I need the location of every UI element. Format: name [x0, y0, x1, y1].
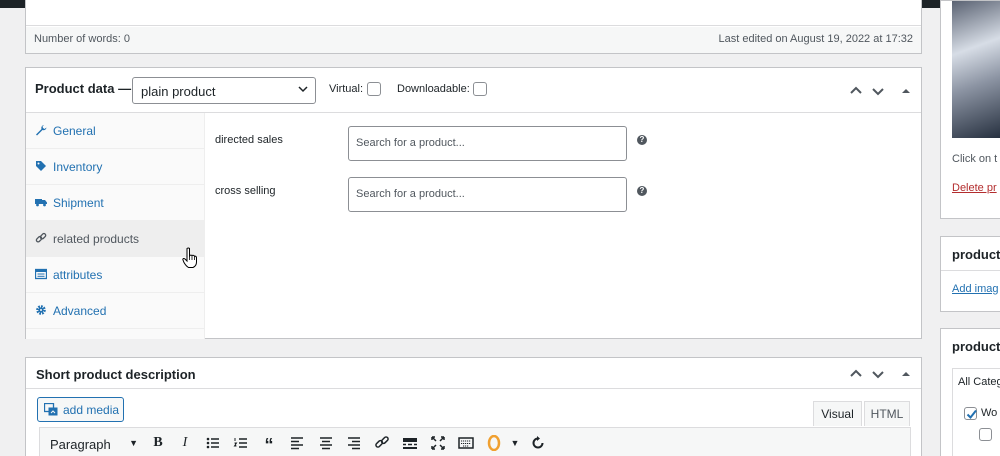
- divider: [941, 270, 1000, 271]
- tab-label: Inventory: [53, 160, 103, 174]
- virtual-checkbox[interactable]: [367, 82, 381, 96]
- tab-label: related products: [53, 232, 140, 246]
- content-editor: Number of words: 0 Last edited on August…: [25, 0, 922, 54]
- short-description-header: Short product description: [26, 358, 921, 389]
- truck-icon: [35, 199, 47, 207]
- keyboard-icon[interactable]: [458, 435, 474, 451]
- quote-icon[interactable]: “: [261, 435, 277, 455]
- last-edited: Last edited on August 19, 2022 at 17:32: [718, 33, 914, 45]
- editor-toolbar: Paragraph ▼ B I “ ▼: [39, 427, 911, 456]
- tab-label: attributes: [53, 268, 103, 282]
- move-up-icon[interactable]: [848, 366, 864, 382]
- virtual-label: Virtual:: [329, 83, 364, 95]
- format-value: Paragraph: [50, 437, 111, 452]
- tab-advanced[interactable]: Advanced: [26, 293, 205, 329]
- align-center-icon[interactable]: [318, 435, 334, 451]
- directed-sales-label: directed sales: [215, 134, 283, 146]
- move-down-icon[interactable]: [870, 366, 886, 382]
- link-icon: [35, 232, 47, 243]
- format-select[interactable]: Paragraph ▼: [44, 433, 140, 455]
- add-media-label: add media: [63, 403, 120, 417]
- tab-shipment[interactable]: Shipment: [26, 185, 205, 221]
- featured-image-panel: Click on t Delete pr: [940, 0, 1000, 219]
- tab-inventory[interactable]: Inventory: [26, 149, 205, 185]
- italic-icon[interactable]: I: [177, 435, 193, 451]
- editor-text-area[interactable]: [26, 0, 921, 26]
- table-icon: [35, 268, 47, 280]
- short-description-title: Short product description: [36, 367, 196, 382]
- tab-label: General: [53, 124, 96, 138]
- delete-image-link[interactable]: Delete pr: [952, 182, 997, 194]
- fullscreen-icon[interactable]: [430, 435, 446, 451]
- tag-icon: [36, 161, 46, 171]
- product-type-value: plain product: [141, 84, 216, 99]
- directed-sales-field[interactable]: [348, 126, 627, 161]
- hand-cursor-icon: [182, 247, 197, 268]
- refresh-icon[interactable]: [530, 435, 546, 451]
- featured-image-thumbnail[interactable]: [952, 1, 1000, 138]
- gallery-title: product: [952, 247, 1000, 262]
- word-count-value: 0: [123, 33, 130, 45]
- categories-title: product: [952, 339, 1000, 354]
- align-right-icon[interactable]: [346, 435, 362, 451]
- numbered-list-icon[interactable]: [233, 435, 249, 451]
- help-icon[interactable]: ?: [637, 186, 647, 196]
- product-data-panel: Product data — plain product Virtual: Do…: [25, 67, 922, 339]
- add-gallery-image-link[interactable]: Add imag: [952, 283, 998, 295]
- tab-label: Shipment: [53, 196, 104, 210]
- move-up-icon[interactable]: [848, 83, 864, 99]
- read-more-icon[interactable]: [402, 435, 418, 451]
- collapse-toggle-icon[interactable]: [898, 83, 914, 99]
- chevron-down-icon: [298, 86, 308, 93]
- tab-general[interactable]: General: [26, 113, 205, 149]
- tab-label: Advanced: [53, 304, 107, 318]
- product-categories-panel: product All Categ Wo: [940, 328, 1000, 456]
- collapse-toggle-icon[interactable]: [898, 366, 914, 382]
- wrench-icon: [36, 125, 47, 136]
- product-data-title: Product data —: [35, 81, 132, 96]
- tab-related-products[interactable]: related products: [26, 221, 205, 257]
- bold-icon[interactable]: B: [150, 435, 166, 451]
- all-categories-tab[interactable]: All Categ: [958, 376, 1000, 388]
- editor-status-bar: Number of words: 0 Last edited on August…: [26, 27, 921, 53]
- caret-down-icon[interactable]: ▼: [507, 435, 523, 451]
- directed-sales-input[interactable]: [356, 137, 616, 149]
- category-label: Wo: [981, 407, 998, 419]
- downloadable-checkbox[interactable]: [473, 82, 487, 96]
- align-left-icon[interactable]: [289, 435, 305, 451]
- link-icon[interactable]: [374, 435, 390, 451]
- product-gallery-panel: product Add imag: [940, 236, 1000, 312]
- category-checkbox[interactable]: [979, 428, 992, 441]
- downloadable-label: Downloadable:: [397, 83, 470, 95]
- word-count: Number of words: 0: [34, 33, 130, 45]
- categories-list: All Categ Wo: [952, 368, 1000, 456]
- cross-selling-label: cross selling: [215, 185, 276, 197]
- add-media-button[interactable]: add media: [37, 397, 124, 422]
- cross-selling-input[interactable]: [356, 188, 616, 200]
- word-count-label: Number of words:: [34, 33, 121, 45]
- move-down-icon[interactable]: [870, 83, 886, 99]
- bullet-list-icon[interactable]: [205, 435, 221, 451]
- tab-visual[interactable]: Visual: [813, 401, 862, 426]
- product-type-select[interactable]: plain product: [132, 77, 316, 104]
- caret-down-icon: ▼: [129, 438, 138, 448]
- category-checkbox[interactable]: [964, 407, 977, 420]
- product-data-header: Product data — plain product Virtual: Do…: [26, 68, 921, 113]
- help-icon[interactable]: ?: [637, 135, 647, 145]
- media-icon: [44, 403, 58, 416]
- image-caption: Click on t: [952, 153, 998, 165]
- gear-icon: [36, 305, 46, 315]
- tab-attributes[interactable]: attributes: [26, 257, 205, 293]
- product-data-tabs: General Inventory Shipment related produ…: [26, 113, 205, 339]
- plugin-o-icon[interactable]: [486, 435, 502, 451]
- cross-selling-field[interactable]: [348, 177, 627, 212]
- tab-html[interactable]: HTML: [864, 401, 910, 426]
